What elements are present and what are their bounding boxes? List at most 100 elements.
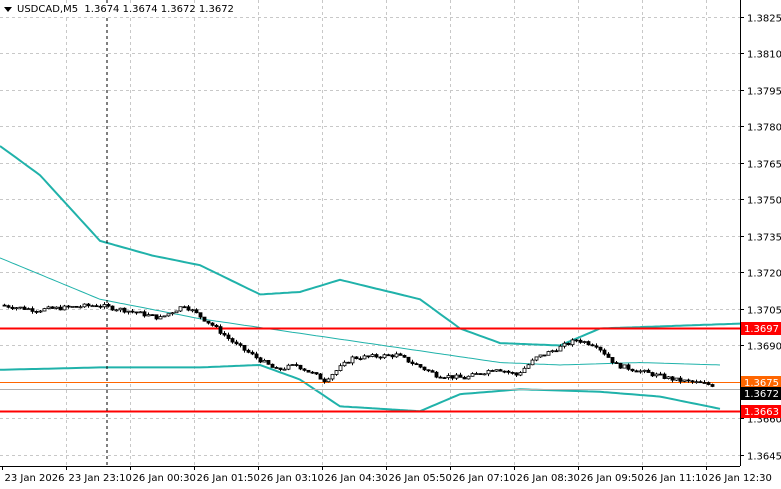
candle-body — [458, 374, 463, 378]
candle-body — [306, 369, 311, 373]
candle-body — [450, 375, 455, 379]
candle-body — [118, 307, 123, 311]
candle-body — [282, 368, 287, 371]
candle-body — [30, 308, 35, 312]
candle-body — [46, 306, 51, 309]
candle-body — [314, 372, 319, 375]
candle-body — [514, 372, 519, 376]
candle-body — [406, 356, 411, 363]
candle-body — [94, 305, 99, 308]
candle-body — [486, 370, 491, 375]
candle-body — [558, 345, 563, 352]
candle-body — [622, 364, 627, 369]
candle-body — [330, 374, 335, 380]
candle-body — [390, 354, 395, 358]
candle-body — [526, 364, 531, 369]
candle-body — [38, 310, 43, 313]
y-tick-label: 1.3780 — [747, 123, 781, 134]
candle-body — [262, 360, 267, 363]
candle-body — [278, 367, 283, 370]
candle-body — [614, 362, 619, 364]
y-tick-label: 1.3750 — [747, 196, 781, 207]
candle-body — [394, 353, 399, 358]
candle-body — [318, 373, 323, 380]
symbol-label: USDCAD,M5 — [17, 4, 79, 15]
candle-body — [342, 361, 347, 367]
candle-body — [82, 303, 87, 308]
x-tick-label: 26 Jan 03:10 — [261, 473, 324, 484]
candle-body — [174, 310, 179, 314]
x-tick-label: 23 Jan 2026 — [5, 473, 65, 484]
candle-body — [202, 316, 207, 322]
x-tick-label: 26 Jan 12:30 — [709, 473, 772, 484]
candle-body — [690, 380, 695, 383]
candle-body — [446, 375, 451, 379]
candle-body — [10, 306, 15, 309]
candle-body — [110, 305, 115, 311]
candle-body — [710, 384, 715, 387]
candle-body — [574, 339, 579, 342]
y-tick-label: 1.3735 — [747, 233, 781, 244]
candle-body — [250, 351, 255, 355]
ohlc-values: 1.3674 1.3674 1.3672 1.3672 — [84, 4, 234, 15]
candle-body — [50, 306, 55, 309]
candle-body — [302, 368, 307, 371]
candle-body — [242, 344, 247, 351]
dropdown-triangle-icon[interactable] — [4, 6, 12, 12]
candle-body — [106, 304, 111, 307]
x-tick-label: 26 Jan 09:50 — [581, 473, 644, 484]
candle-body — [334, 370, 339, 375]
x-tick-label: 26 Jan 04:30 — [325, 473, 388, 484]
candle-body — [210, 322, 215, 326]
candle-body — [266, 360, 271, 365]
candle-body — [14, 307, 19, 310]
candle-body — [426, 369, 431, 372]
candle-body — [346, 361, 351, 364]
candle-body — [534, 356, 539, 361]
candle-body — [246, 349, 251, 353]
candle-body — [362, 355, 367, 360]
candle-body — [494, 369, 499, 372]
candle-body — [626, 364, 631, 370]
candle-body — [602, 349, 607, 355]
candle-body — [322, 378, 327, 383]
candle-body — [474, 373, 479, 375]
candle-body — [478, 373, 483, 375]
candle-body — [294, 364, 299, 366]
middle-band — [0, 257, 721, 366]
candle-body — [358, 358, 363, 361]
candle-body — [590, 344, 595, 347]
candles — [2, 302, 715, 388]
candle-body — [586, 341, 591, 346]
candle-body — [270, 363, 275, 368]
candle-body — [142, 311, 147, 317]
x-tick-label: 26 Jan 01:50 — [197, 473, 260, 484]
y-tick-label: 1.3795 — [747, 87, 781, 98]
candle-body — [594, 345, 599, 348]
candle-body — [674, 377, 679, 381]
chart-title[interactable]: USDCAD,M5 1.3674 1.3674 1.3672 1.3672 — [4, 4, 236, 15]
x-tick-label: 26 Jan 11:10 — [645, 473, 708, 484]
candle-body — [610, 357, 615, 363]
candle-body — [666, 376, 671, 379]
y-tick-label: 1.3705 — [747, 306, 781, 317]
candle-body — [26, 308, 31, 311]
candle-body — [274, 367, 279, 369]
candle-body — [550, 350, 555, 353]
candle-body — [22, 306, 27, 310]
candle-body — [438, 376, 443, 379]
candle-body — [226, 334, 231, 339]
candle-body — [122, 307, 127, 313]
y-tick-label: 1.3810 — [747, 50, 781, 61]
candle-body — [642, 369, 647, 372]
candle-body — [442, 377, 447, 379]
candle-body — [374, 354, 379, 358]
candle-body — [170, 312, 175, 315]
price-chart[interactable]: 1.3825 1.3810 1.3795 1.3780 1.3765 1.3750 1.37… — [0, 0, 781, 489]
candle-body — [422, 366, 427, 371]
candle-body — [354, 356, 359, 360]
candle-body — [258, 357, 263, 363]
candle-body — [698, 381, 703, 384]
candle-body — [310, 371, 315, 374]
x-tick-label: 26 Jan 05:50 — [389, 473, 452, 484]
